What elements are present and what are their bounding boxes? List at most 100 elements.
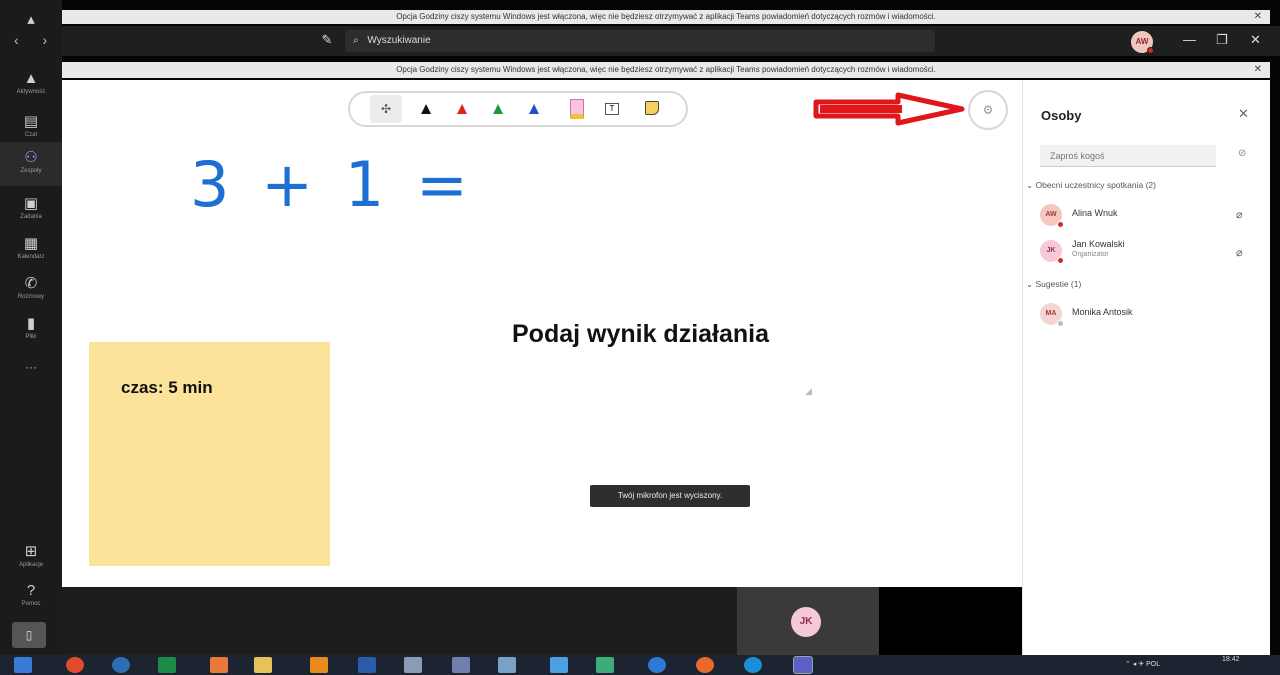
black-pen-icon[interactable]: ▲ (414, 95, 438, 123)
calls-icon: ✆ (24, 275, 38, 292)
rail-item-help[interactable]: ? Pomoc (0, 576, 62, 620)
avatar-initials: AW (1045, 211, 1057, 218)
board-heading: Podaj wynik działania (512, 320, 770, 348)
participant-name: Alina Wnuk (1072, 208, 1118, 218)
panel-title: Osoby (1041, 108, 1082, 123)
maximize-button[interactable]: ❐ (1216, 32, 1228, 48)
resize-handle-icon: ◢ (805, 386, 812, 396)
highlighter-icon[interactable] (565, 95, 589, 123)
rail-item-label: Zespoły (20, 168, 42, 174)
handwritten-equation: 3 + 1 = (190, 148, 474, 221)
minimize-button[interactable]: — (1183, 32, 1196, 47)
gear-icon: ⚙ (982, 103, 994, 117)
text-tool-icon[interactable]: T (600, 95, 624, 123)
rail-item-apps[interactable]: ⊞ Aplikacje (0, 536, 62, 580)
app-icon[interactable] (550, 657, 568, 673)
app-icon[interactable] (310, 657, 328, 673)
rail-item-teams[interactable]: ⚇ Zespoły (0, 142, 62, 186)
rail-item-label: Kalendarz (17, 254, 45, 260)
avatar: AW (1040, 204, 1064, 228)
rail-item-label: Rozmowy (17, 294, 45, 300)
status-dot (1057, 257, 1064, 264)
folder-icon[interactable] (254, 657, 272, 673)
invite-input[interactable] (1040, 145, 1216, 167)
bell-icon: ▲ (23, 70, 39, 87)
participant-name: Jan Kowalski (1072, 239, 1125, 249)
search-input[interactable]: ⌕ Wyszukiwanie (345, 30, 935, 52)
system-tray[interactable]: ⌃ ◂ ✈ POL (1125, 660, 1160, 668)
sticky-note-icon[interactable] (640, 95, 664, 123)
user-avatar[interactable]: AW (1131, 31, 1154, 54)
app-icon[interactable] (596, 657, 614, 673)
rail-item-calendar[interactable]: ▦ Kalendarz (0, 228, 62, 272)
bell-icon: ▴ (27, 11, 35, 28)
close-icon[interactable]: ✕ (1238, 106, 1249, 122)
close-icon[interactable]: ✕ (1254, 10, 1262, 24)
current-participants-header[interactable]: ⌄ Obecni uczestnicy spotkania (2) (1026, 180, 1156, 191)
avatar: MA (1040, 303, 1064, 327)
browser-icon[interactable] (66, 657, 84, 673)
participant-role: Organizator (1072, 251, 1109, 258)
quiet-hours-banner-outer: Opcja Godziny ciszy systemu Windows jest… (62, 10, 1270, 24)
app-icon[interactable] (498, 657, 516, 673)
word-icon[interactable] (358, 657, 376, 673)
back-forward-buttons[interactable]: ‹ › (14, 32, 57, 48)
mic-off-icon: ⌀ (1236, 247, 1243, 259)
rail-item-label: Pliki (25, 334, 37, 340)
share-link-icon[interactable]: ⊘ (1238, 148, 1246, 159)
avatar-initials: AW (1135, 37, 1149, 46)
section-label: Sugestie (1) (1035, 279, 1082, 289)
red-pen-icon[interactable]: ▲ (450, 95, 474, 123)
avatar-initials: JK (1046, 247, 1056, 254)
avatar-initials: MA (1045, 310, 1057, 317)
status-dot (1147, 47, 1154, 54)
edge-chromium-icon[interactable] (744, 657, 762, 673)
assignments-icon: ▣ (23, 195, 39, 212)
green-pen-icon[interactable]: ▲ (486, 95, 510, 123)
sticky-note-text: czas: 5 min (121, 378, 213, 397)
self-video-tile[interactable] (879, 587, 1022, 655)
rail-item-calls[interactable]: ✆ Rozmowy (0, 268, 62, 312)
status-dot (1057, 320, 1064, 327)
close-window-button[interactable]: ✕ (1250, 32, 1261, 48)
device-button[interactable]: ▯ (12, 622, 46, 648)
move-tool-icon[interactable]: ✣ (370, 95, 402, 123)
more-apps-button[interactable]: ··· (0, 360, 62, 374)
app-icon[interactable] (210, 657, 228, 673)
app-icon[interactable] (452, 657, 470, 673)
mic-off-icon: ⌀ (1236, 209, 1243, 221)
whiteboard-settings-button[interactable]: ⚙ (968, 90, 1008, 130)
language-indicator[interactable]: POL (1146, 661, 1160, 668)
chat-icon: ▤ (23, 113, 39, 130)
rail-item-label: Czat (24, 132, 38, 138)
suggestions-header[interactable]: ⌄ Sugestie (1) (1026, 279, 1081, 290)
edge-icon[interactable] (648, 657, 666, 673)
store-icon[interactable] (158, 657, 176, 673)
rail-item-label: Zadania (20, 214, 42, 220)
mic-muted-toast: Twój mikrofon jest wyciszony. (590, 485, 750, 507)
quiet-hours-banner: Opcja Godziny ciszy systemu Windows jest… (62, 62, 1270, 78)
search-placeholder: Wyszukiwanie (367, 35, 431, 46)
status-dot (1057, 221, 1064, 228)
firefox-icon[interactable] (696, 657, 714, 673)
rail-item-files[interactable]: ▮ Pliki (0, 308, 62, 352)
banner-text: Opcja Godziny ciszy systemu Windows jest… (396, 65, 936, 74)
rail-item-label: Aplikacje (18, 562, 43, 568)
teams-taskbar-icon[interactable] (793, 656, 813, 674)
annotation-arrow (813, 92, 965, 126)
clock[interactable]: 18:42 (1222, 656, 1240, 663)
help-icon: ? (26, 582, 36, 599)
calendar-icon: ▦ (23, 235, 39, 252)
rail-item-activity[interactable]: ▲ Aktywność (0, 64, 62, 108)
windows-taskbar (0, 655, 1280, 675)
rail-item-assignments[interactable]: ▣ Zadania (0, 188, 62, 232)
new-chat-icon[interactable]: ✎ (318, 32, 336, 50)
windows-start-icon[interactable] (14, 657, 32, 673)
app-icon[interactable] (112, 657, 130, 673)
sticky-note[interactable] (89, 342, 330, 566)
close-icon[interactable]: ✕ (1254, 62, 1262, 78)
app-icon[interactable] (404, 657, 422, 673)
blue-pen-icon[interactable]: ▲ (522, 95, 546, 123)
avatar: JK (1040, 240, 1064, 264)
files-icon: ▮ (26, 315, 36, 332)
